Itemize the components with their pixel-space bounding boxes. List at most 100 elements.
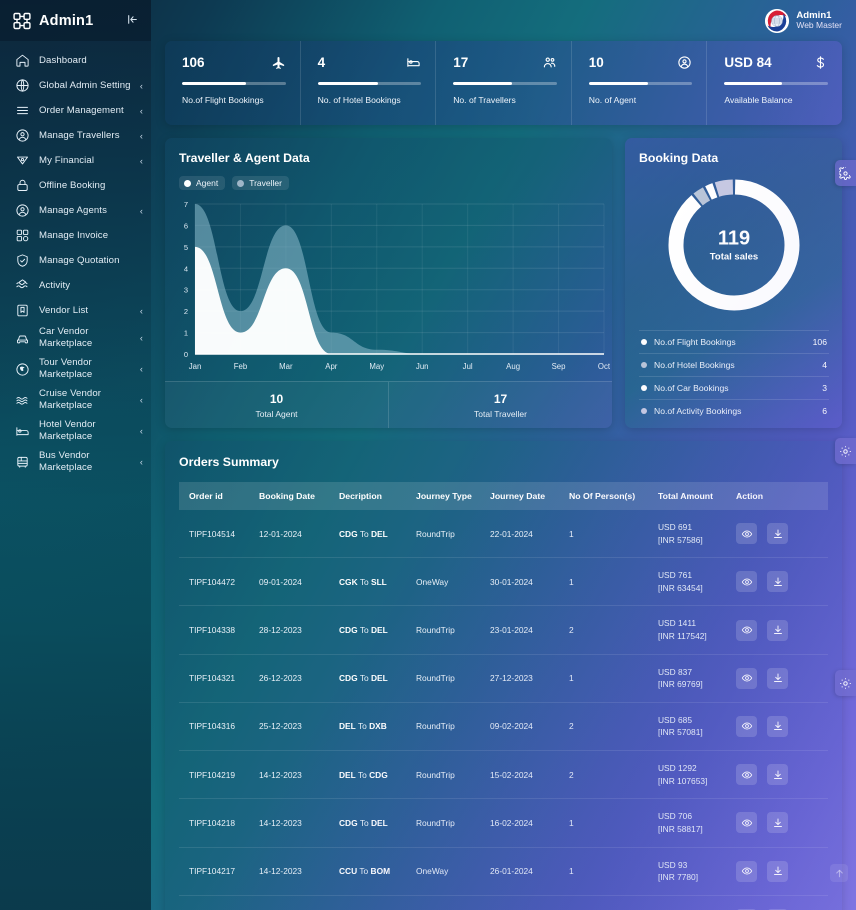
globe-avatar-icon (765, 8, 790, 33)
sidebar-item-manage-agents[interactable]: Manage Agents ‹ (0, 198, 151, 223)
sidebar-item-cruise-vendor-marketplace[interactable]: Cruise Vendor Marketplace ‹ (0, 385, 151, 416)
legend-dot-agent (184, 179, 191, 187)
table-header-journey-date[interactable]: Journey Date (486, 482, 565, 510)
sidebar-item-car-vendor-marketplace[interactable]: Car Vendor Marketplace ‹ (0, 323, 151, 354)
legend-item-traveller[interactable]: Traveller (232, 176, 289, 190)
sidebar-item-global-admin-setting[interactable]: Global Admin Setting ‹ (0, 73, 151, 98)
stat-label: No. of Agent (588, 94, 637, 105)
view-order-button[interactable] (736, 764, 757, 786)
sidebar-item-label: Manage Invoice (39, 229, 109, 241)
booking-legend-no-of-flight-bookings: No.of Flight Bookings 106 (639, 330, 829, 353)
sidebar-item-bus-vendor-marketplace[interactable]: Bus Vendor Marketplace ‹ (0, 447, 151, 478)
svg-text:0: 0 (184, 350, 188, 359)
sidebar-item-dashboard[interactable]: Dashboard (0, 48, 151, 73)
table-header-decription[interactable]: Decription (335, 482, 412, 510)
sidebar-item-my-financial[interactable]: My Financial ‹ (0, 148, 151, 173)
cell-persons: 1 (565, 557, 654, 607)
table-header-total-amount[interactable]: Total Amount (654, 482, 732, 510)
route-to: SLL (370, 576, 387, 587)
sidebar-item-activity[interactable]: Activity (0, 273, 151, 298)
download-order-button[interactable] (767, 860, 789, 882)
table-row: TIPF104321 26-12-2023 CDG To DEL RoundTr… (179, 654, 828, 703)
download-order-button[interactable] (767, 523, 789, 545)
stat-value: 10 (588, 55, 604, 70)
view-order-button[interactable] (736, 715, 757, 737)
view-order-button[interactable] (736, 860, 757, 882)
route-to-word: To (357, 721, 367, 732)
cell-booking-date: 28-12-2023 (255, 605, 335, 655)
table-row: TIPF104218 14-12-2023 CDG To DEL RoundTr… (179, 798, 828, 848)
cell-journey-date: 31-12-2023 (486, 895, 565, 910)
legend-item-agent[interactable]: Agent (179, 176, 226, 190)
download-order-button[interactable] (767, 571, 789, 593)
svg-text:1: 1 (184, 329, 188, 338)
sidebar-item-manage-travellers[interactable]: Manage Travellers ‹ (0, 123, 151, 148)
route-from: CDG (339, 528, 358, 539)
view-order-button[interactable] (736, 619, 757, 641)
cell-order-id: TIPF104472 (179, 557, 255, 607)
view-order-button[interactable] (736, 812, 757, 834)
table-header-journey-type[interactable]: Journey Type (412, 482, 486, 510)
chart-header: Traveller & Agent Data Agent Traveller (165, 138, 612, 190)
cell-description: CDG To DEL (335, 510, 412, 559)
sidebar-item-manage-invoice[interactable]: Manage Invoice (0, 223, 151, 248)
cell-total-amount: USD 691 [INR 57586] (654, 510, 732, 559)
stat-progress-bar (588, 82, 693, 85)
table-header-no-of-person-s[interactable]: No Of Person(s) (565, 482, 654, 510)
stat-value: 17 (453, 55, 469, 70)
stat-top: USD 84 (724, 55, 828, 70)
download-order-button[interactable] (767, 812, 789, 834)
sidebar-item-manage-quotation[interactable]: Manage Quotation (0, 248, 151, 273)
collapse-sidebar-icon[interactable] (124, 11, 141, 30)
legend-value: 3 (822, 383, 827, 393)
stat-label: No. of Travellers (453, 94, 516, 105)
download-order-button[interactable] (767, 619, 789, 641)
cell-journey-date: 30-01-2024 (486, 557, 565, 607)
view-order-button[interactable] (736, 571, 757, 593)
user-chip[interactable]: Admin1 Web Master (765, 8, 842, 33)
route-from: DEL (339, 769, 356, 780)
stat-label: No.of Flight Bookings (182, 94, 264, 105)
sidebar-item-order-management[interactable]: Order Management ‹ (0, 98, 151, 123)
settings-gear-button-1[interactable] (835, 160, 856, 186)
total-traveller-label: Total Traveller (474, 408, 527, 419)
legend-label: No.of Activity Bookings (654, 406, 742, 416)
table-header-booking-date[interactable]: Booking Date (255, 482, 335, 510)
sidebar-item-hotel-vendor-marketplace[interactable]: Hotel Vendor Marketplace ‹ (0, 416, 151, 447)
route-to: DEL (370, 625, 388, 636)
orders-summary-panel: Orders Summary Order id Booking Date Decri… (165, 441, 842, 910)
cell-journey-type: RoundTrip (412, 654, 486, 703)
scroll-to-top-button[interactable] (830, 864, 848, 882)
table-header-row: Order id Booking Date Decription Journey Ty… (179, 482, 828, 510)
sidebar-item-vendor-list[interactable]: Vendor List ‹ (0, 298, 151, 323)
cell-persons: 1 (565, 654, 654, 703)
stat-card-available-balance: USD 84 Available Balance (707, 41, 842, 125)
download-order-button[interactable] (767, 764, 789, 786)
stat-card-no-of-flight-bookings: 106 No.of Flight Bookings (165, 41, 301, 125)
svg-text:Jan: Jan (189, 362, 202, 371)
route-to-word: To (359, 528, 369, 539)
tour-globe-icon (15, 362, 30, 377)
sidebar-item-offline-booking[interactable]: Offline Booking (0, 173, 151, 198)
amount-inr: [INR 57081] (658, 727, 703, 738)
view-order-button[interactable] (736, 667, 757, 689)
table-header-action[interactable]: Action (732, 482, 828, 510)
table-header-order-id[interactable]: Order id (179, 482, 255, 510)
cell-journey-type: RoundTrip (412, 702, 486, 752)
route-from: DEL (339, 721, 356, 732)
settings-gear-button-2[interactable] (835, 438, 856, 464)
stat-value: USD 84 (724, 55, 772, 70)
view-order-button[interactable] (736, 523, 757, 545)
download-order-button[interactable] (767, 667, 789, 689)
svg-text:Sep: Sep (552, 362, 567, 371)
sidebar-item-label: Manage Travellers (39, 129, 120, 141)
download-order-button[interactable] (767, 715, 789, 737)
svg-text:Aug: Aug (506, 362, 520, 371)
settings-gear-button-3[interactable] (835, 670, 856, 696)
user-circle-icon (15, 128, 30, 143)
sidebar-item-tour-vendor-marketplace[interactable]: Tour Vendor Marketplace ‹ (0, 354, 151, 385)
cell-journey-type: OneWay (412, 895, 486, 910)
brand-header: Admin1 (0, 0, 151, 41)
route-from: CGK (339, 576, 358, 587)
route-from: CDG (339, 817, 358, 828)
